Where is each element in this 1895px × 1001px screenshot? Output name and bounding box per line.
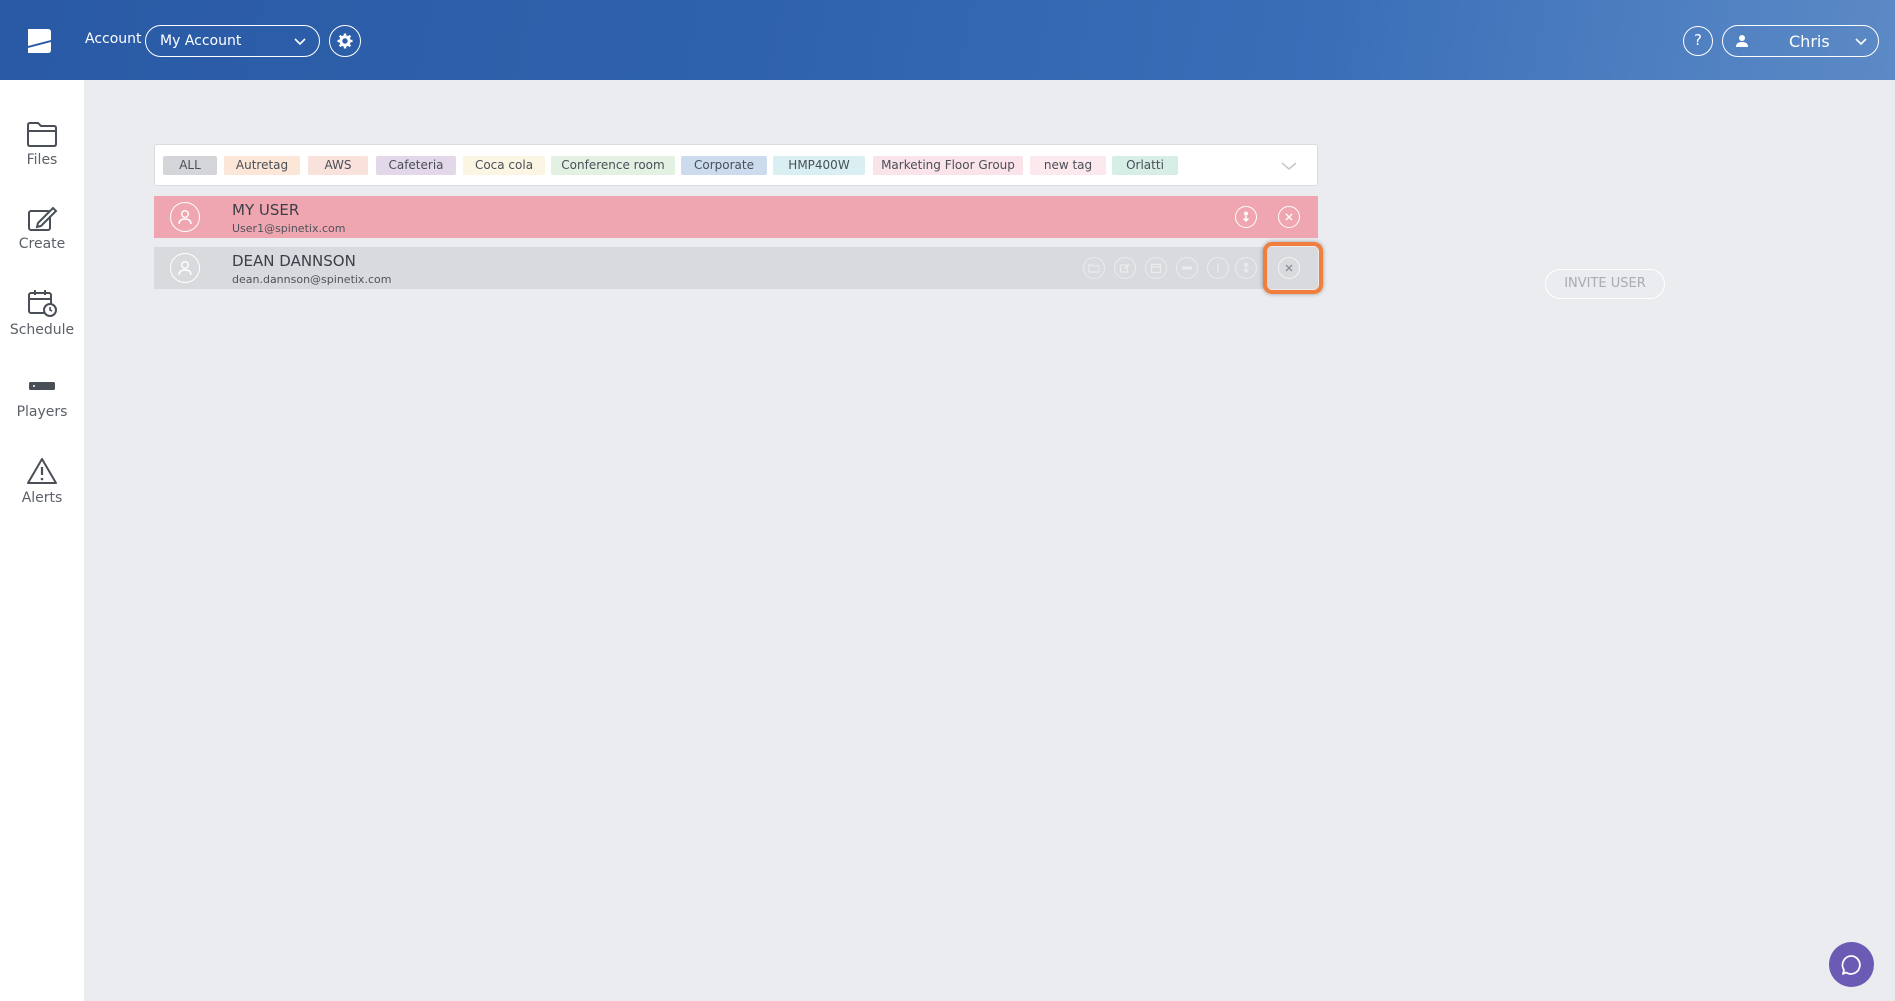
chat-support-button[interactable] [1829,942,1874,987]
avatar [170,202,200,232]
create-icon [28,206,58,231]
sidebar-item-label: Alerts [21,490,63,506]
account-select[interactable]: My Account [145,25,320,57]
user-icon [178,210,192,225]
sidebar-item-create[interactable]: Create [0,204,84,274]
user-icon [178,261,192,276]
chat-bubble-icon [1841,955,1861,975]
account-label: Account [85,31,142,47]
alerts-permission-button[interactable] [1207,257,1229,279]
chevron-down-icon[interactable] [1280,159,1298,173]
sidebar-item-label: Files [26,152,58,168]
create-icon [1119,263,1130,273]
avatar [170,253,200,283]
user-name: DEAN DANNSON [232,252,356,270]
user-name: Chris [1789,32,1830,51]
user-name: MY USER [232,201,300,219]
gear-icon [337,33,353,49]
exclamation-icon [1217,264,1219,273]
tag-coca-cola[interactable]: Coca cola [463,156,545,175]
chevron-down-icon [294,38,306,46]
schedule-permission-button[interactable] [1145,257,1167,279]
remove-user-button[interactable] [1278,206,1300,228]
sidebar-item-players[interactable]: Players [0,372,84,442]
account-settings-button[interactable] [329,25,361,57]
tag-cafeteria[interactable]: Cafeteria [376,156,456,175]
sidebar-item-label: Schedule [9,322,75,338]
person-download-icon [1242,262,1250,274]
tag-new-tag[interactable]: new tag [1030,156,1106,175]
tag-all[interactable]: ALL [163,156,217,175]
tag-conference-room[interactable]: Conference room [551,156,675,175]
tag-aws[interactable]: AWS [308,156,368,175]
user-email: dean.dannson@spinetix.com [232,273,392,286]
calendar-clock-icon [28,290,57,317]
user-row[interactable]: MY USER User1@spinetix.com [154,196,1318,238]
transfer-ownership-button[interactable] [1235,206,1257,228]
sidebar-item-label: Create [18,236,66,252]
tag-corporate[interactable]: Corporate [681,156,767,175]
player-device-icon [29,382,55,390]
app-logo-icon[interactable] [24,26,54,56]
create-permission-button[interactable] [1114,257,1136,279]
user-row[interactable]: DEAN DANNSON dean.dannson@spinetix.com [154,247,1318,289]
players-permission-button[interactable] [1176,257,1198,279]
remove-button-highlight [1263,242,1323,294]
sidebar-item-alerts[interactable]: Alerts [0,456,84,526]
folder-icon [1088,264,1100,273]
user-email: User1@spinetix.com [232,222,346,235]
close-icon [1285,213,1293,221]
tag-orlatti[interactable]: Orlatti [1112,156,1178,175]
chevron-down-icon [1855,38,1867,46]
user-icon [1736,35,1748,47]
person-download-icon [1242,211,1250,223]
calendar-icon [1150,263,1162,274]
user-menu[interactable]: Chris [1722,25,1879,57]
transfer-ownership-button[interactable] [1235,257,1257,279]
tag-marketing-floor-group[interactable]: Marketing Floor Group [873,156,1023,175]
files-permission-button[interactable] [1083,257,1105,279]
folder-icon [27,122,57,147]
tag-autretag[interactable]: Autretag [224,156,300,175]
top-header: Account My Account ? Chris [0,0,1895,80]
sidebar: Files Create Schedule Players Alerts [0,80,84,1001]
account-select-value: My Account [160,33,242,49]
warning-icon [27,458,57,484]
player-device-icon [1182,266,1192,270]
tag-hmp400w[interactable]: HMP400W [773,156,865,175]
help-button[interactable]: ? [1683,26,1713,56]
sidebar-item-label: Players [16,404,68,420]
sidebar-item-schedule[interactable]: Schedule [0,288,84,358]
tag-filter-bar: ALL Autretag AWS Cafeteria Coca cola Con… [154,144,1318,186]
invite-user-button[interactable]: INVITE USER [1545,269,1665,299]
sidebar-item-files[interactable]: Files [0,120,84,190]
